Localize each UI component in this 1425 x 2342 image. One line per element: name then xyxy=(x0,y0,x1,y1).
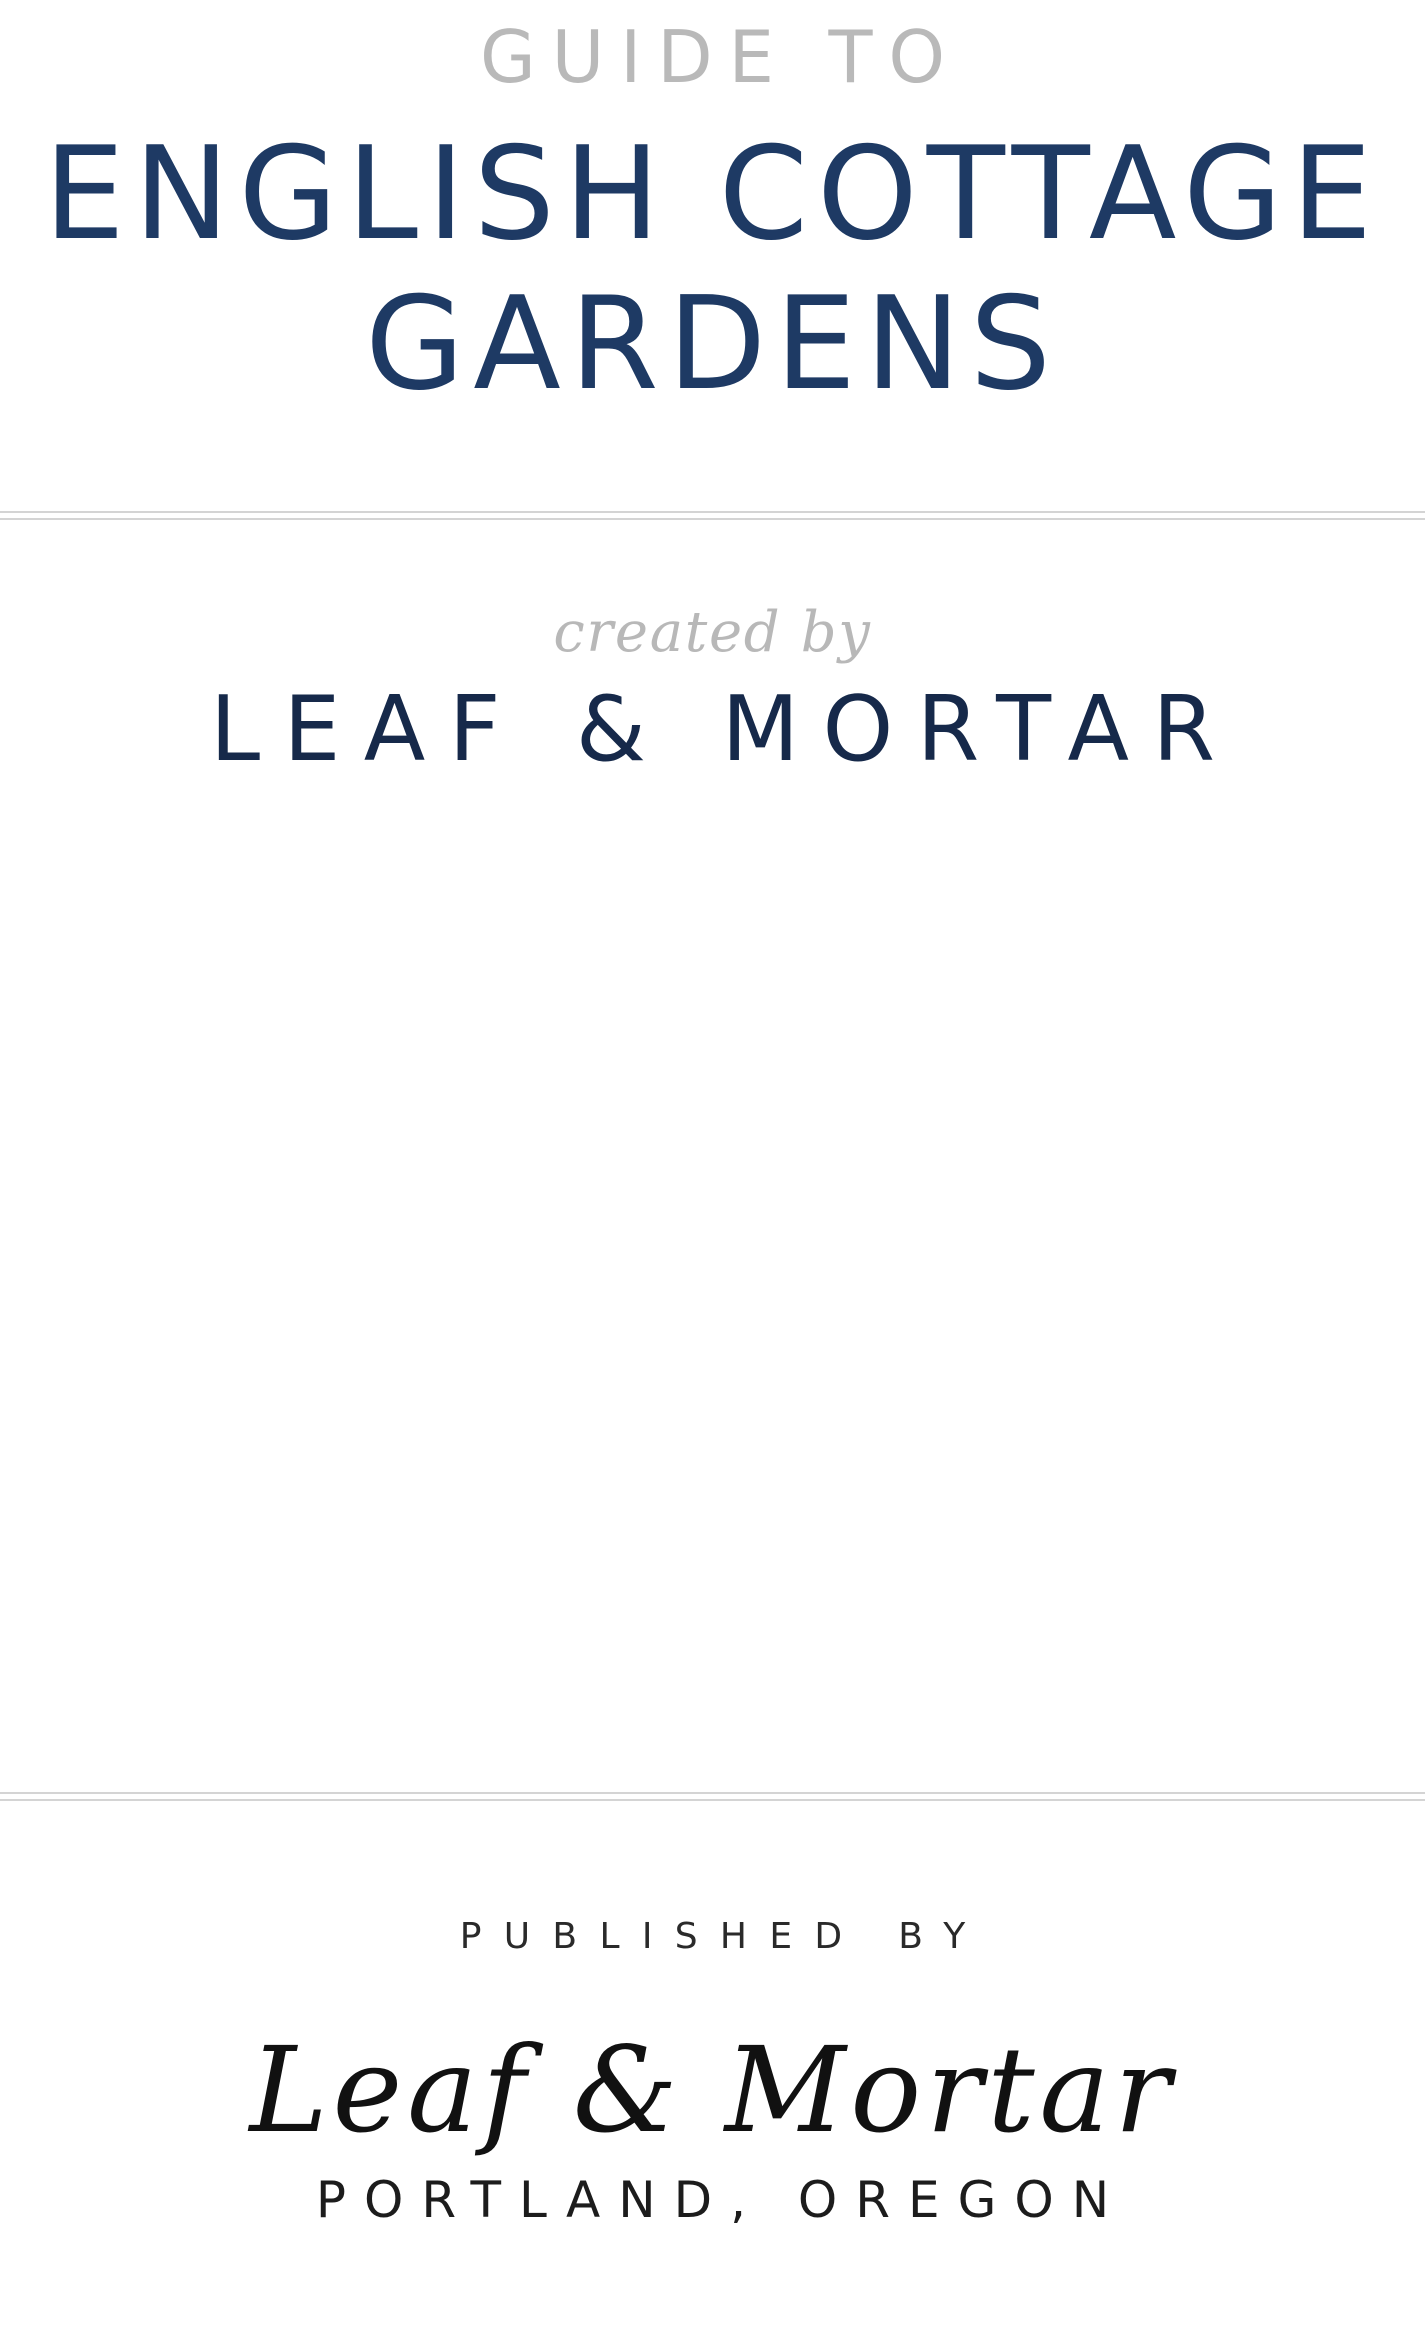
creator-name: LEAF & MORTAR xyxy=(209,677,1239,782)
guide-kicker: GUIDE TO xyxy=(479,15,961,99)
book-title-line-1: ENGLISH COTTAGE xyxy=(43,120,1382,269)
bottom-divider-lower xyxy=(0,1799,1425,1801)
book-title-line-2: GARDENS xyxy=(365,270,1060,419)
top-divider-lower xyxy=(0,518,1425,520)
bottom-divider-upper xyxy=(0,1792,1425,1794)
publisher-location: PORTLAND, OREGON xyxy=(315,2171,1128,2229)
created-by-label: created by xyxy=(553,600,872,665)
publisher-logo-name: Leaf & Mortar xyxy=(249,2021,1176,2159)
top-divider-upper xyxy=(0,511,1425,513)
published-by-label: PUBLISHED BY xyxy=(459,1916,988,1957)
